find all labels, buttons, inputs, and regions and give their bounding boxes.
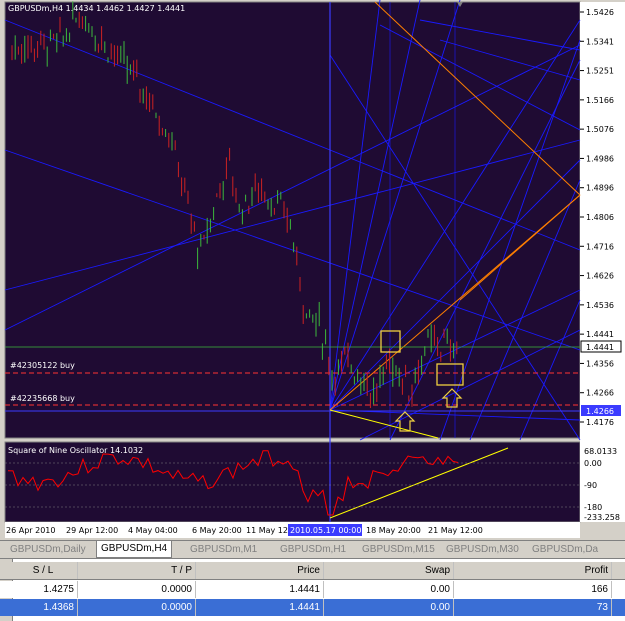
time-tick-label: 26 Apr 2010 — [6, 526, 55, 535]
cell-profit: 73 — [454, 599, 612, 616]
cell-swap: 0.00 — [324, 581, 454, 598]
indicator-title: Square of Nine Oscillator 14.1032 — [8, 446, 144, 455]
price-tick-label: 1.4176 — [586, 418, 614, 427]
price-axis-bg — [580, 2, 625, 522]
osc-tick-label: -90 — [584, 481, 597, 490]
chart-title: GBPUSDm,H4 1.4434 1.4462 1.4427 1.4441 — [8, 4, 186, 13]
price-chart[interactable]: 1.5426 1.5341 1.5251 1.5166 1.5076 1.4986 1.48… — [0, 0, 625, 540]
chart-window[interactable]: 1.5426 1.5341 1.5251 1.5166 1.5076 1.4986 1.48… — [0, 0, 625, 540]
tab-1[interactable]: GBPUSDm,H4 — [96, 541, 173, 558]
time-tick-label: 21 May 12:00 — [428, 526, 483, 535]
time-tick-label: 29 Apr 12:00 — [66, 526, 118, 535]
cell-sl: 1.4368 — [12, 599, 78, 616]
cell-price: 1.4441 — [196, 581, 324, 598]
cell-price: 1.4441 — [196, 599, 324, 616]
price-tick-label: 1.4356 — [586, 359, 614, 368]
time-tick-label: 18 May 20:00 — [366, 526, 421, 535]
tab-6[interactable]: GBPUSDm,Da — [528, 542, 602, 557]
price-tick-label: 1.5341 — [586, 37, 614, 46]
time-tick-label: 6 May 20:00 — [192, 526, 242, 535]
order-label-2: #42235668 buy — [10, 394, 75, 403]
time-tick-label: 4 May 04:00 — [128, 526, 178, 535]
price-tick-label: 1.4266 — [586, 389, 614, 398]
cell-profit: 166 — [454, 581, 612, 598]
price-tick-label: 1.5166 — [586, 96, 614, 105]
tab-4[interactable]: GBPUSDm,M15 — [358, 542, 439, 557]
price-tick-label: 1.4441 — [586, 330, 614, 339]
osc-tick-label: -180 — [584, 503, 602, 512]
chart-tabs: GBPUSDm,Daily GBPUSDm,H4 GBPUSDm,M1 GBPUSDm… — [0, 540, 625, 558]
price-tick-label: 1.5426 — [586, 8, 614, 17]
price-tick-label: 1.5076 — [586, 125, 614, 134]
price-tick-label: 1.4896 — [586, 184, 614, 193]
table-row[interactable]: 1.4368 0.0000 1.4441 0.00 73 — [0, 599, 625, 616]
tab-3[interactable]: GBPUSDm,H1 — [276, 542, 350, 557]
time-tick-label: 11 May 12 — [246, 526, 288, 535]
osc-tick-label: -233.258 — [584, 513, 620, 522]
price-tick-label: 1.4536 — [586, 301, 614, 310]
current-price-label: 1.4441 — [586, 343, 614, 352]
osc-tick-label: 68.0133 — [584, 447, 617, 456]
col-price[interactable]: Price — [196, 562, 324, 579]
price-tick-label: 1.4986 — [586, 154, 614, 163]
price-tick-label: 1.4716 — [586, 242, 614, 251]
cell-sl: 1.4275 — [12, 581, 78, 598]
price-tick-label: 1.4806 — [586, 213, 614, 222]
cell-tp: 0.0000 — [78, 581, 196, 598]
order-label-1: #42305122 buy — [10, 361, 75, 370]
col-profit[interactable]: Profit — [454, 562, 612, 579]
cell-swap: 0.00 — [324, 599, 454, 616]
col-swap[interactable]: Swap — [324, 562, 454, 579]
terminal-panel: S / L T / P Price Swap Profit 1.4275 0.0… — [0, 558, 625, 621]
order-price-label: 1.4266 — [586, 407, 614, 416]
table-row[interactable]: 1.4275 0.0000 1.4441 0.00 166 — [0, 581, 625, 598]
cell-tp: 0.0000 — [78, 599, 196, 616]
col-tp[interactable]: T / P — [78, 562, 196, 579]
tab-0[interactable]: GBPUSDm,Daily — [6, 542, 90, 557]
price-tick-label: 1.5251 — [586, 67, 614, 76]
terminal-header-row: S / L T / P Price Swap Profit — [0, 562, 625, 580]
price-tick-label: 1.4626 — [586, 272, 614, 281]
time-tick-label: 2010.05.17 00:00 — [290, 526, 361, 535]
col-sl[interactable]: S / L — [12, 562, 78, 579]
tab-5[interactable]: GBPUSDm,M30 — [442, 542, 523, 557]
osc-tick-label: 0.00 — [584, 459, 602, 468]
tab-2[interactable]: GBPUSDm,M1 — [186, 542, 261, 557]
